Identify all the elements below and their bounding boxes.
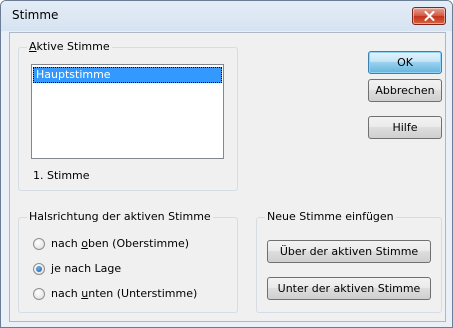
insert-above-button[interactable]: Über der aktiven Stimme — [267, 240, 431, 263]
radio-label: je nach Lage — [51, 262, 122, 275]
stem-direction-legend: Halsrichtung der aktiven Stimme — [27, 210, 213, 223]
window-title: Stimme — [12, 8, 59, 22]
active-voice-legend: Aktive Stimme — [27, 40, 112, 53]
help-button[interactable]: Hilfe — [368, 116, 442, 139]
radio-label: nach oben (Oberstimme) — [51, 237, 189, 250]
close-button[interactable] — [412, 7, 446, 25]
ok-button[interactable]: OK — [368, 51, 442, 74]
new-voice-group: Neue Stimme einfügen Über der aktiven St… — [256, 210, 442, 313]
voice-status-text: 1. Stimme — [33, 169, 90, 182]
radio-label: nach unten (Unterstimme) — [51, 287, 198, 300]
radio-button[interactable] — [33, 288, 45, 300]
dialog-window: Stimme Aktive Stimme Hauptstimme 1. Stim… — [0, 0, 453, 328]
insert-below-button[interactable]: Unter der aktiven Stimme — [267, 277, 431, 300]
active-voice-group: Aktive Stimme Hauptstimme 1. Stimme — [18, 40, 238, 191]
voice-listbox[interactable]: Hauptstimme — [31, 64, 224, 159]
new-voice-legend: Neue Stimme einfügen — [265, 210, 396, 223]
radio-button[interactable] — [33, 238, 45, 250]
stem-direction-group: Halsrichtung der aktiven Stimme nach obe… — [18, 210, 238, 313]
close-icon — [424, 11, 435, 21]
cancel-button[interactable]: Abbrechen — [368, 79, 442, 102]
title-bar[interactable]: Stimme — [1, 1, 452, 31]
dialog-body: Aktive Stimme Hauptstimme 1. Stimme OK A… — [9, 32, 446, 322]
radio-button-checked[interactable] — [33, 263, 45, 275]
list-item[interactable]: Hauptstimme — [33, 67, 222, 83]
